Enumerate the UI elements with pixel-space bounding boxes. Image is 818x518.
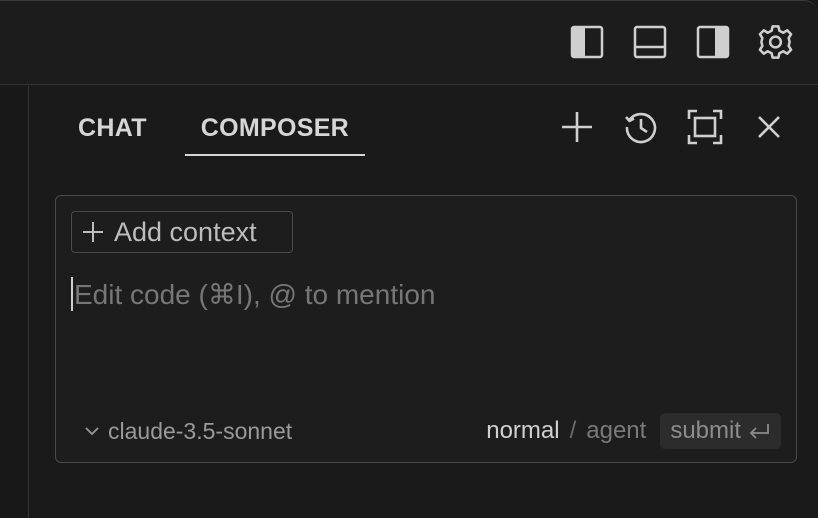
mode-controls: normal / agent submit [486,413,781,449]
gear-icon[interactable] [757,23,794,60]
tab-composer[interactable]: COMPOSER [184,100,366,156]
chevron-down-icon [84,425,100,437]
plus-icon[interactable] [558,108,596,146]
composer-input[interactable]: Edit code (⌘I), @ to mention [71,272,771,316]
composer-box: Add context Edit code (⌘I), @ to mention… [55,195,797,463]
panel-actions [558,108,788,146]
model-label: claude-3.5-sonnet [108,417,293,444]
submit-button[interactable]: submit [660,413,781,449]
add-context-label: Add context [114,216,257,247]
submit-label: submit [670,417,741,444]
mode-agent-toggle[interactable]: agent [586,417,646,445]
plus-icon [82,221,104,243]
title-bar [0,0,818,85]
mode-normal-toggle[interactable]: normal [486,417,559,445]
tab-chat[interactable]: CHAT [62,100,163,156]
toggle-primary-sidebar-icon[interactable] [568,23,605,60]
panel-tabs: CHAT COMPOSER [62,100,366,158]
layout-controls [568,23,794,60]
model-selector[interactable]: claude-3.5-sonnet [84,416,292,446]
editor-area-edge [0,86,28,518]
panel-divider[interactable] [28,86,29,518]
text-caret [71,277,73,311]
maximize-icon[interactable] [686,108,724,146]
toggle-secondary-sidebar-icon[interactable] [694,23,731,60]
close-icon[interactable] [750,108,788,146]
enter-key-icon [749,422,771,440]
history-icon[interactable] [622,108,660,146]
add-context-button[interactable]: Add context [71,211,293,253]
toggle-panel-icon[interactable] [631,23,668,60]
mode-separator: / [569,417,577,444]
composer-placeholder: Edit code (⌘I), @ to mention [74,278,436,310]
